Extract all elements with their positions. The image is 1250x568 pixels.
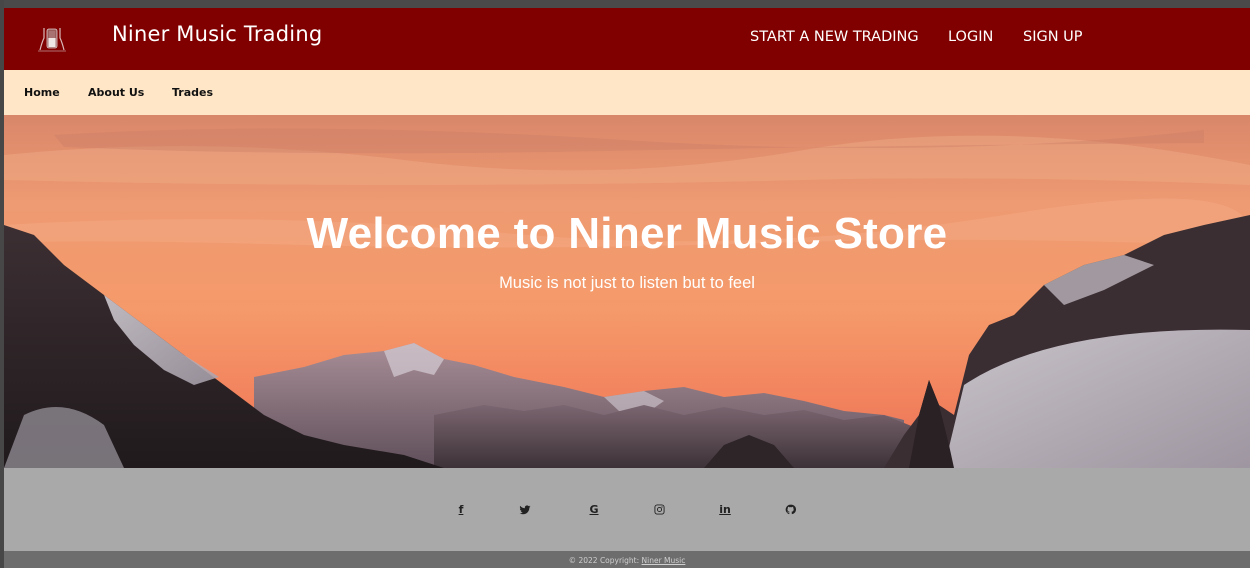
copyright-text: © 2022 Copyright: (568, 556, 642, 565)
header: Niner Music Trading START A NEW TRADING … (4, 8, 1250, 70)
instagram-icon[interactable] (649, 501, 669, 519)
facebook-icon[interactable]: f (451, 501, 471, 519)
subnav-home-link[interactable]: Home (24, 86, 60, 99)
google-icon[interactable]: G (584, 501, 604, 519)
twitter-icon[interactable] (515, 501, 535, 519)
nav-signup-link[interactable]: SIGN UP (1023, 29, 1083, 45)
copyright-bar: © 2022 Copyright: Niner Music (4, 551, 1250, 568)
sub-navigation: Home About Us Trades (4, 70, 1250, 115)
top-nav: START A NEW TRADING LOGIN SIGN UP (4, 29, 1250, 53)
copyright-link[interactable]: Niner Music (642, 556, 686, 565)
subnav-trades-link[interactable]: Trades (172, 86, 213, 99)
hero-banner: Welcome to Niner Music Store Music is no… (4, 115, 1250, 468)
subnav-about-link[interactable]: About Us (88, 86, 144, 99)
nav-login-link[interactable]: LOGIN (948, 29, 993, 45)
page: Niner Music Trading START A NEW TRADING … (0, 0, 1250, 568)
window-top-strip (0, 0, 1250, 8)
hero-title: Welcome to Niner Music Store (306, 209, 948, 258)
hero-subtitle: Music is not just to listen but to feel (499, 274, 755, 292)
social-links-bar: f G in (4, 468, 1250, 551)
github-icon[interactable] (780, 501, 800, 519)
nav-start-trading-link[interactable]: START A NEW TRADING (750, 29, 919, 45)
linkedin-icon[interactable]: in (715, 501, 735, 519)
